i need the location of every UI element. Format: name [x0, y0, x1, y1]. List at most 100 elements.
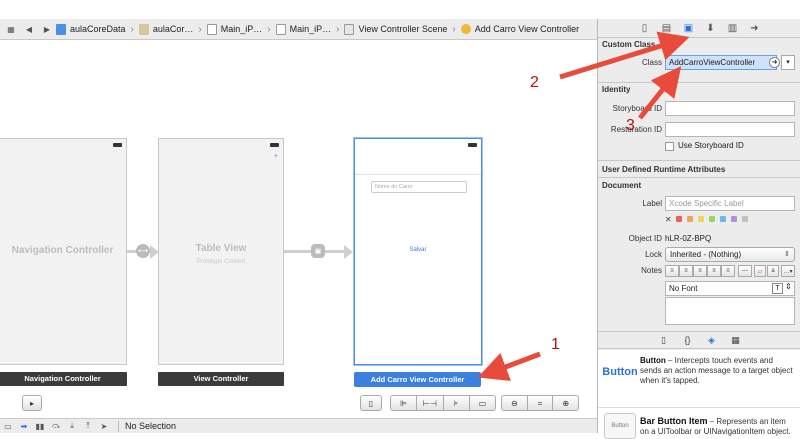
align-right-icon[interactable]: ≡ — [693, 265, 707, 277]
zoom-in-icon[interactable]: ⊕ — [553, 396, 578, 410]
section-header-document: Document — [602, 181, 642, 190]
label-color-swatch[interactable] — [709, 216, 715, 222]
back-arrow-icon[interactable]: ◀ — [22, 22, 36, 36]
storyboard-id-field[interactable] — [665, 101, 795, 116]
media-library-icon[interactable]: ▦ — [728, 335, 744, 346]
table-view-scene[interactable]: + Table View Prototype Content — [158, 138, 284, 365]
divider — [118, 420, 119, 432]
breadcrumb-project[interactable]: aulaCoreData — [54, 19, 128, 39]
use-storyboard-id-checkbox[interactable] — [665, 142, 674, 151]
scene-label-navigation[interactable]: Navigation Controller — [0, 372, 127, 386]
jump-bar: ▦ ◀ ▶ aulaCoreData › aulaCor… › Main_iP…… — [0, 19, 597, 40]
line-spacing-icon[interactable]: --- — [738, 265, 752, 277]
section-header-custom-class: Custom Class — [602, 40, 656, 49]
goto-class-icon[interactable]: ➜ — [769, 57, 780, 68]
navigation-controller-scene[interactable]: Navigation Controller — [0, 138, 127, 365]
status-bar — [159, 139, 283, 153]
class-dropdown-icon[interactable]: ▾ — [781, 55, 795, 70]
notes-text-area[interactable] — [665, 297, 795, 325]
breadcrumb-scene[interactable]: View Controller Scene — [342, 19, 449, 39]
breadcrumb-label: aulaCor… — [152, 24, 194, 34]
label-color-swatch[interactable] — [687, 216, 693, 222]
label-color-swatch[interactable] — [698, 216, 704, 222]
use-storyboard-id-label: Use Storyboard ID — [678, 141, 744, 150]
attributes-inspector-icon[interactable]: ⬇ — [700, 20, 722, 37]
align-icon[interactable]: ⊫ — [391, 396, 418, 410]
car-name-text-field[interactable]: Nome do Carro — [371, 181, 467, 193]
toggle-document-outline-button[interactable]: ▸ — [22, 395, 42, 411]
font-stepper-icon[interactable]: ⇕ — [785, 282, 792, 291]
align-center-icon[interactable]: ≡ — [679, 265, 693, 277]
font-value: No Font — [669, 284, 698, 293]
text-color-icon[interactable]: ▱ — [754, 265, 766, 277]
breadcrumb-storyboard[interactable]: Main_iP… — [205, 19, 265, 39]
hide-debug-area-icon[interactable]: ▭ — [0, 422, 16, 431]
zoom-fit-icon[interactable]: = — [528, 396, 554, 410]
document-label-field[interactable]: Xcode Specific Label — [665, 196, 795, 211]
lock-label: Lock — [645, 250, 662, 259]
location-icon[interactable]: ➤ — [96, 422, 112, 431]
push-segue-icon[interactable]: ▣ — [311, 244, 325, 258]
section-header-runtime-attributes: User Defined Runtime Attributes — [602, 165, 726, 174]
file-inspector-icon[interactable]: ▯ — [634, 20, 656, 37]
label-color-swatch[interactable] — [676, 216, 682, 222]
class-combo-field[interactable]: AddCarroViewController — [665, 55, 777, 70]
breadcrumb-label: View Controller Scene — [358, 24, 448, 34]
step-over-icon[interactable]: ⤼ — [48, 421, 64, 431]
label-color-swatch[interactable] — [720, 216, 726, 222]
library-item-button[interactable]: Button Button – Intercepts touch events … — [598, 350, 800, 408]
chevron-right-icon: › — [267, 23, 271, 35]
label-color-swatch[interactable] — [731, 216, 737, 222]
step-out-icon[interactable]: ⤒ — [80, 421, 96, 431]
scene-icon — [344, 23, 355, 35]
breadcrumb-storyboard-base[interactable]: Main_iP… — [274, 19, 334, 39]
breadcrumb-view-controller[interactable]: Add Carro View Controller — [459, 19, 581, 39]
align-natural-icon[interactable]: ≡ — [721, 265, 735, 277]
forward-arrow-icon[interactable]: ▶ — [40, 22, 54, 36]
scene-watermark-title: Navigation Controller — [11, 245, 114, 256]
divider — [598, 160, 800, 161]
size-inspector-icon[interactable]: ▥ — [722, 20, 744, 37]
button-icon: Button — [602, 366, 638, 378]
grid-icon[interactable]: ▦ — [4, 22, 18, 36]
storyboard-id-label: Storyboard ID — [612, 104, 662, 113]
breadcrumb-folder[interactable]: aulaCor… — [137, 19, 196, 39]
font-picker-icon[interactable]: T — [772, 283, 783, 294]
connections-inspector-icon[interactable]: ➜ — [744, 20, 766, 37]
scene-label-add-carro[interactable]: Add Carro View Controller — [354, 372, 481, 387]
align-justify-icon[interactable]: ≡ — [707, 265, 721, 277]
save-button[interactable]: Salvar — [355, 247, 481, 253]
inspector-tab-bar: ▯ ▤ ▣ ⬇ ▥ ➜ — [598, 19, 800, 38]
lock-popup[interactable]: Inherited - (Nothing) ⇕ — [665, 247, 795, 262]
align-left-icon[interactable]: ≡ — [665, 265, 679, 277]
more-options-icon[interactable]: …▾ — [781, 265, 795, 277]
bar-button-icon: Button — [604, 413, 636, 439]
resolve-icon[interactable]: ⊧ — [444, 396, 470, 410]
pin-icon[interactable]: ⊢⊣ — [417, 396, 444, 410]
relationship-segue-icon[interactable]: ⟷ — [136, 244, 150, 258]
code-snippet-library-icon[interactable]: {} — [680, 335, 696, 345]
step-in-icon[interactable]: ⤓ — [64, 421, 80, 431]
status-bar — [0, 139, 126, 153]
form-factor-button[interactable]: ▯ — [360, 395, 382, 411]
quick-help-icon[interactable]: ▤ — [656, 20, 678, 37]
object-library-icon[interactable]: ◈ — [704, 335, 720, 346]
text-style-icon[interactable]: a — [767, 265, 779, 277]
identity-inspector-icon[interactable]: ▣ — [678, 20, 700, 37]
breakpoints-icon[interactable]: ➡ — [16, 422, 32, 431]
scene-label-table[interactable]: View Controller — [158, 372, 284, 386]
resizing-icon[interactable]: ▭ — [470, 396, 495, 410]
pause-icon[interactable]: ▮▮ — [32, 422, 48, 431]
add-icon: + — [273, 153, 278, 160]
divider — [598, 177, 800, 178]
scene-watermark-title: Table View — [195, 243, 247, 254]
zoom-out-icon[interactable]: ⊖ — [502, 396, 528, 410]
updown-chevron-icon: ⇕ — [784, 251, 790, 258]
library-item-bar-button-item[interactable]: Button Bar Button Item – Represents an i… — [598, 408, 800, 439]
label-color-swatch[interactable] — [742, 216, 748, 222]
notes-label: Notes — [641, 266, 662, 275]
label-color-none-icon[interactable]: ✕ — [665, 215, 672, 224]
file-template-library-icon[interactable]: ▯ — [656, 335, 672, 346]
add-carro-view-controller-scene[interactable]: Nome do Carro Salvar — [354, 138, 482, 365]
restoration-id-field[interactable] — [665, 122, 795, 137]
